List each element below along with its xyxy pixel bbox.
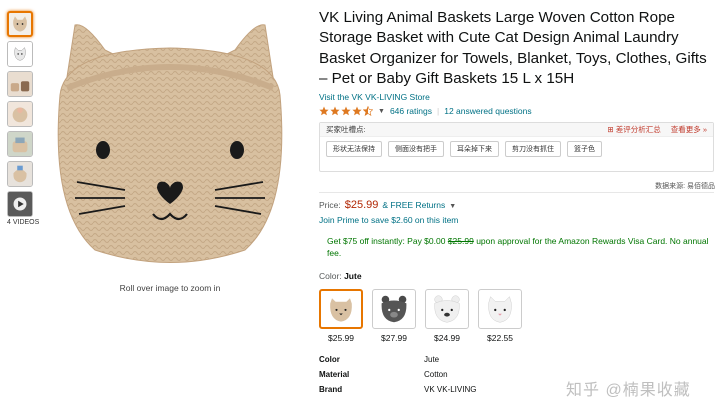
color-label: Color: — [319, 271, 342, 282]
swatch-white-bear[interactable]: $24.99 — [425, 289, 469, 343]
answered-questions-link[interactable]: 12 answered questions — [444, 106, 531, 116]
star-icon — [352, 106, 362, 116]
separator: | — [437, 106, 440, 117]
bad-review-summary-link[interactable]: ⊞ 差评分析汇总 — [607, 124, 660, 135]
complaint-tag[interactable]: 侧面没有把手 — [388, 141, 444, 158]
data-source-label: 数据来源: 易佰德品 — [655, 183, 715, 191]
complaints-header: 买家吐槽点: ⊞ 差评分析汇总 查看更多 » — [320, 123, 713, 138]
swatch-price: $22.55 — [487, 333, 513, 344]
star-icon — [319, 106, 329, 116]
complaints-title: 买家吐槽点: — [326, 125, 366, 135]
star-icon — [341, 106, 351, 116]
swatch-image — [425, 289, 469, 330]
complaint-tag[interactable]: 篮子色 — [567, 141, 602, 158]
complaint-tag[interactable]: 剪刀没有抓住 — [505, 141, 561, 158]
swatch-gray-bear[interactable]: $27.99 — [372, 289, 416, 343]
thumbnail-video[interactable] — [7, 191, 33, 217]
offer-strike-price: $25.99 — [447, 236, 474, 247]
chevron-down-icon[interactable]: ▼ — [378, 108, 385, 115]
store-link[interactable]: Visit the VK VK-LIVING Store — [319, 92, 714, 102]
price-value: $25.99 — [344, 199, 379, 212]
spec-key: Color — [319, 355, 340, 365]
product-title: VK Living Animal Baskets Large Woven Cot… — [319, 9, 707, 87]
thumbnail-2[interactable] — [7, 41, 33, 67]
prime-savings-link[interactable]: Join Prime to save $2.60 on this item — [319, 215, 714, 225]
chevron-down-icon[interactable]: ▼ — [449, 203, 456, 210]
main-product-image[interactable] — [45, 10, 295, 275]
color-swatches: $25.99 $27.99 $24.99 $22.55 — [319, 289, 714, 343]
swatch-image — [372, 289, 416, 330]
swatch-price: $25.99 — [328, 333, 354, 344]
spec-value: Jute — [424, 355, 440, 365]
price-label: Price: — [319, 200, 341, 211]
thumbnail-3[interactable] — [7, 71, 33, 97]
half-star-icon — [363, 106, 373, 117]
swatch-image — [319, 289, 363, 330]
star-rating[interactable] — [319, 106, 373, 117]
complaint-tag[interactable]: 形状无法保持 — [326, 141, 382, 158]
divider — [319, 192, 714, 194]
spec-value: Cotton — [424, 370, 448, 380]
swatch-price: $24.99 — [434, 333, 460, 344]
zoom-hint: Roll over image to zoom in — [119, 283, 221, 293]
spec-value: VK VK-LIVING — [424, 385, 477, 395]
ratings-count-link[interactable]: 646 ratings — [390, 106, 432, 116]
thumbnail-1[interactable] — [7, 11, 33, 37]
offer-text-pre: Get $75 off instantly: Pay $0.00 — [327, 236, 446, 247]
card-offer[interactable]: Get $75 off instantly: Pay $0.00 $25.99 … — [327, 235, 712, 259]
thumbnail-6[interactable] — [7, 161, 33, 187]
thumbnail-4[interactable] — [7, 101, 33, 127]
price-row: Price: $25.99 & FREE Returns ▼ — [319, 199, 714, 211]
swatch-image — [478, 289, 522, 330]
swatch-white-cat[interactable]: $22.55 — [478, 289, 522, 343]
thumbnail-5[interactable] — [7, 131, 33, 157]
color-selector-label: Color: Jute — [319, 271, 714, 281]
spec-row: Color Jute — [319, 352, 714, 367]
complaint-tags: 形状无法保持 侧面没有把手 耳朵掉下来 剪刀没有抓住 篮子色 — [320, 137, 713, 161]
video-count-label: 4 VIDEOS — [7, 219, 40, 226]
complaint-tag[interactable]: 耳朵掉下来 — [450, 141, 499, 158]
product-details: VK Living Animal Baskets Large Woven Cot… — [319, 8, 715, 397]
selected-color: Jute — [344, 271, 362, 282]
view-more-link[interactable]: 查看更多 » — [671, 124, 707, 135]
spec-key: Material — [319, 370, 350, 380]
swatch-jute[interactable]: $25.99 — [319, 289, 363, 343]
thumbnail-strip: 4 VIDEOS — [7, 11, 40, 226]
free-returns-link[interactable]: & FREE Returns — [382, 200, 445, 210]
watermark: 知乎 @楠果收藏 — [566, 382, 691, 399]
buyer-complaints-panel: 买家吐槽点: ⊞ 差评分析汇总 查看更多 » 形状无法保持 侧面没有把手 耳朵掉… — [319, 122, 715, 190]
rating-row: ▼ 646 ratings | 12 answered questions — [319, 106, 714, 116]
spec-key: Brand — [319, 385, 343, 395]
star-icon — [330, 106, 340, 116]
swatch-price: $27.99 — [381, 333, 407, 344]
